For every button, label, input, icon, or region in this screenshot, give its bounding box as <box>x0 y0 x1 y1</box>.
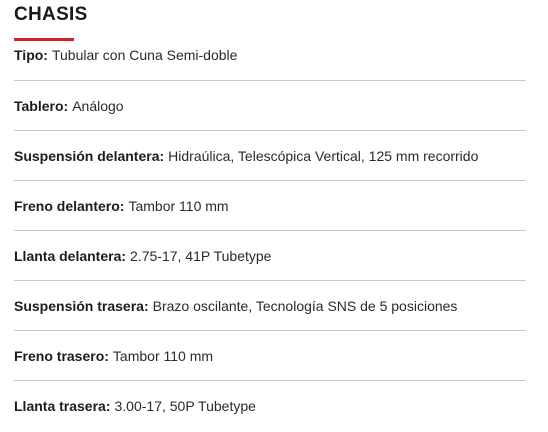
spec-label: Tablero <box>14 97 64 114</box>
spec-separator: : <box>159 147 165 164</box>
spec-row-llanta-trasera: Llanta trasera:3.00-17, 50P Tubetype <box>14 381 526 431</box>
section-title: CHASIS <box>14 4 88 25</box>
spec-value: Brazo oscilante, Tecnología SNS de 5 pos… <box>152 297 458 314</box>
spec-label: Suspensión trasera <box>14 297 144 314</box>
spec-label: Llanta trasera <box>14 398 106 414</box>
spec-value: Tambor 110 mm <box>112 347 214 364</box>
spec-value: Hidraúlica, Telescópica Vertical, 125 mm… <box>168 147 479 164</box>
spec-value: 2.75-17, 41P Tubetype <box>130 247 272 264</box>
spec-row-tipo: Tipo : Tubular con Cuna Semi-doble <box>14 41 526 81</box>
spec-label: Freno trasero <box>14 347 105 364</box>
spec-separator: : <box>143 297 149 314</box>
spec-value: 3.00-17, 50P Tubetype <box>114 398 256 414</box>
spec-row-suspension-trasera: Suspensión trasera : Brazo oscilante, Tec… <box>14 281 526 331</box>
spec-label: Llanta delantera <box>14 247 122 264</box>
spec-separator: : <box>43 47 48 63</box>
spec-list: Tipo : Tubular con Cuna Semi-doble Tabler… <box>14 41 526 431</box>
spec-row-freno-trasero: Freno trasero: Tambor 110 mm <box>14 331 526 381</box>
spec-row-freno-delantero: Freno delantero : Tambor 110 mm <box>14 181 526 231</box>
chassis-section: CHASIS Tipo : Tubular con Cuna Semi-doble… <box>14 0 526 431</box>
spec-value: Tubular con Cuna Semi-doble <box>51 47 238 63</box>
spec-label: Tipo <box>14 47 44 63</box>
spec-value: Tambor 110 mm <box>128 197 229 214</box>
spec-separator: : <box>104 347 109 364</box>
spec-separator: : <box>121 247 127 264</box>
spec-label: Suspensión delantera <box>14 147 160 164</box>
spec-separator: : <box>105 398 111 414</box>
spec-row-llanta-delantera: Llanta delantera:2.75-17, 41P Tubetype <box>14 231 526 281</box>
spec-separator: : <box>63 97 69 114</box>
spec-label: Freno delantero <box>14 197 120 214</box>
spec-value: Análogo <box>72 97 124 114</box>
spec-row-tablero: Tablero : Análogo <box>14 81 526 131</box>
spec-row-suspension-delantera: Suspensión delantera : Hidraúlica, Telesc… <box>14 131 526 181</box>
spec-separator: : <box>119 197 125 214</box>
